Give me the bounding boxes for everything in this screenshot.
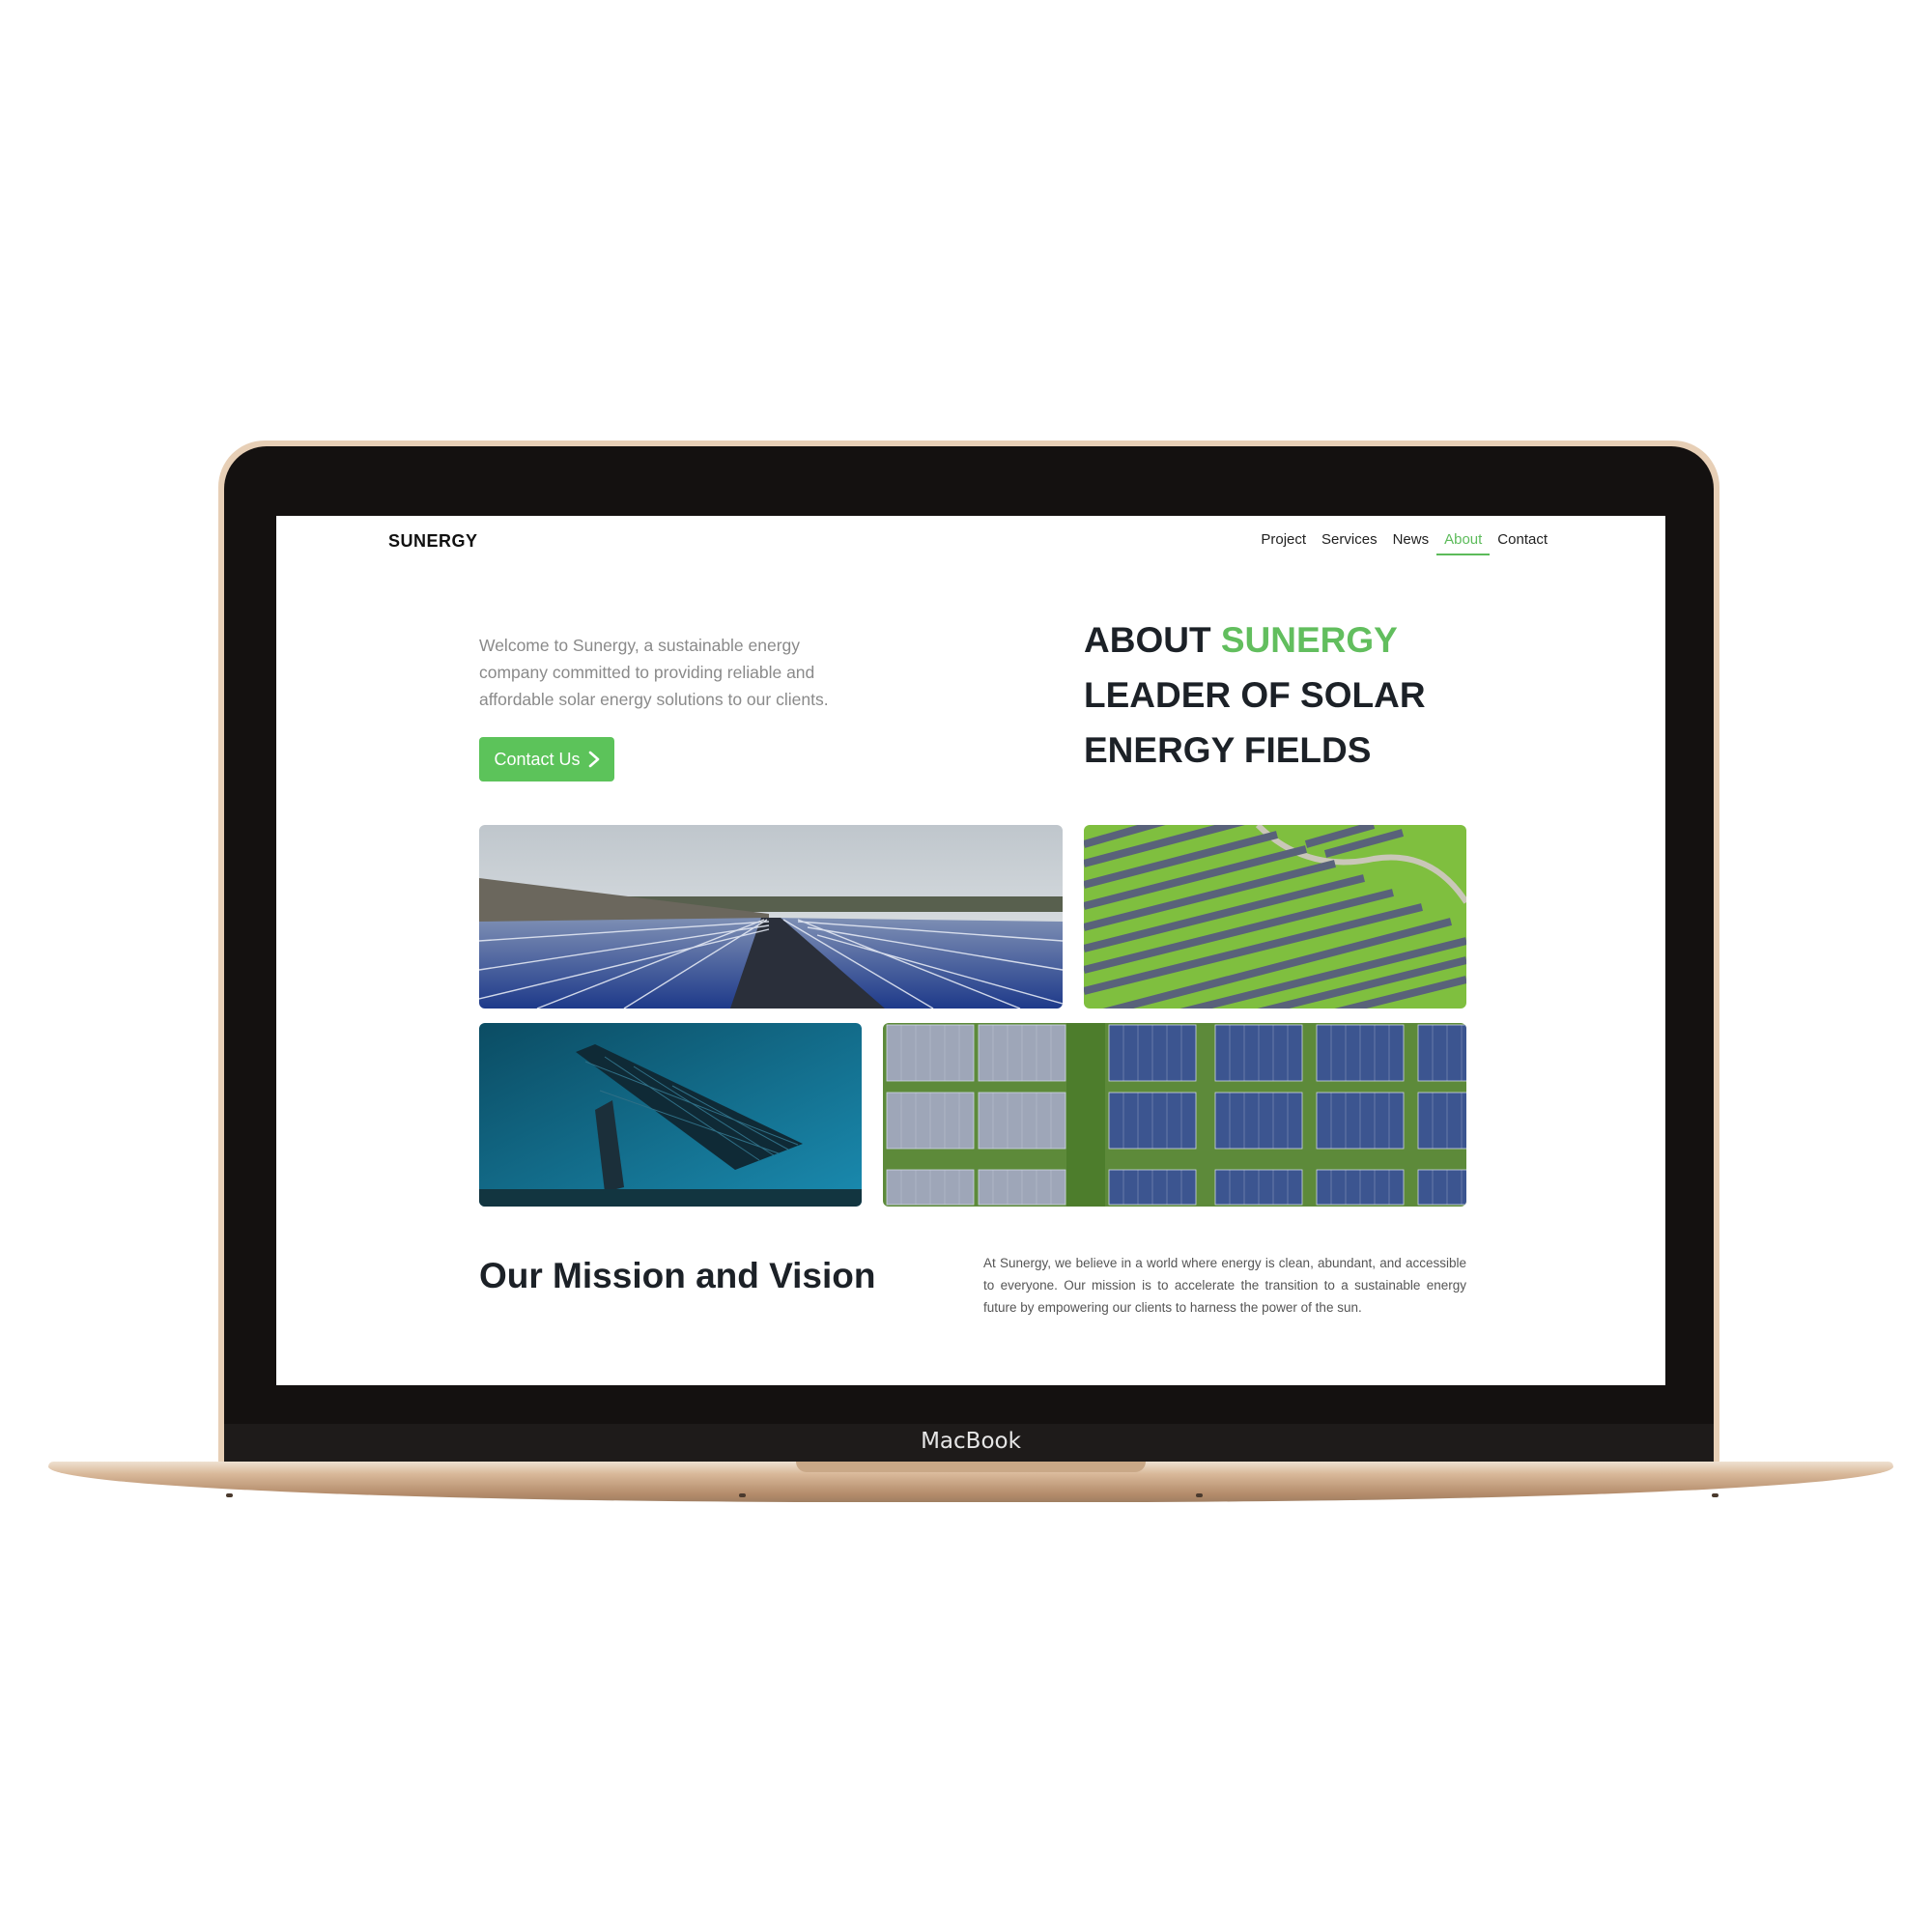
nav-item-services[interactable]: Services bbox=[1321, 531, 1378, 555]
site-logo[interactable]: SUNERGY bbox=[388, 531, 478, 552]
main-nav: Project Services News About Contact bbox=[1261, 531, 1548, 555]
about-title: ABOUT SUNERGY LEADER OF SOLAR ENERGY FIE… bbox=[1084, 612, 1426, 778]
gallery-image-aerial-solar-farm bbox=[1084, 825, 1466, 1009]
device-label: MacBook bbox=[921, 1429, 1021, 1454]
about-title-line2: LEADER OF SOLAR bbox=[1084, 675, 1426, 715]
gallery-image-solar-canopy bbox=[479, 1023, 862, 1207]
nav-item-contact[interactable]: Contact bbox=[1497, 531, 1548, 555]
laptop-foot bbox=[739, 1493, 746, 1497]
chevron-right-icon bbox=[588, 751, 599, 768]
contact-us-button[interactable]: Contact Us bbox=[479, 737, 614, 781]
about-title-prefix: ABOUT bbox=[1084, 620, 1211, 660]
mockup-stage: MacBook SUNERGY Project Services News Ab… bbox=[0, 0, 1932, 1932]
about-title-line3: ENERGY FIELDS bbox=[1084, 730, 1372, 770]
laptop-notch bbox=[796, 1462, 1146, 1472]
nav-item-about[interactable]: About bbox=[1436, 531, 1491, 555]
contact-us-label: Contact Us bbox=[494, 749, 581, 769]
intro-text: Welcome to Sunergy, a sustainable energy… bbox=[479, 636, 829, 709]
mission-title: Our Mission and Vision bbox=[479, 1256, 876, 1295]
nav-item-project[interactable]: Project bbox=[1261, 531, 1306, 555]
mission-text: At Sunergy, we believe in a world where … bbox=[983, 1256, 1466, 1315]
about-title-accent: SUNERGY bbox=[1220, 620, 1398, 660]
laptop-foot bbox=[1712, 1493, 1719, 1497]
gallery-image-panel-grid bbox=[883, 1023, 1466, 1207]
website-screen: SUNERGY Project Services News About Cont… bbox=[276, 516, 1665, 1385]
laptop-foot bbox=[1196, 1493, 1203, 1497]
nav-item-news[interactable]: News bbox=[1393, 531, 1430, 555]
gallery-image-rooftop-solar bbox=[479, 825, 1063, 1009]
laptop-foot bbox=[226, 1493, 233, 1497]
